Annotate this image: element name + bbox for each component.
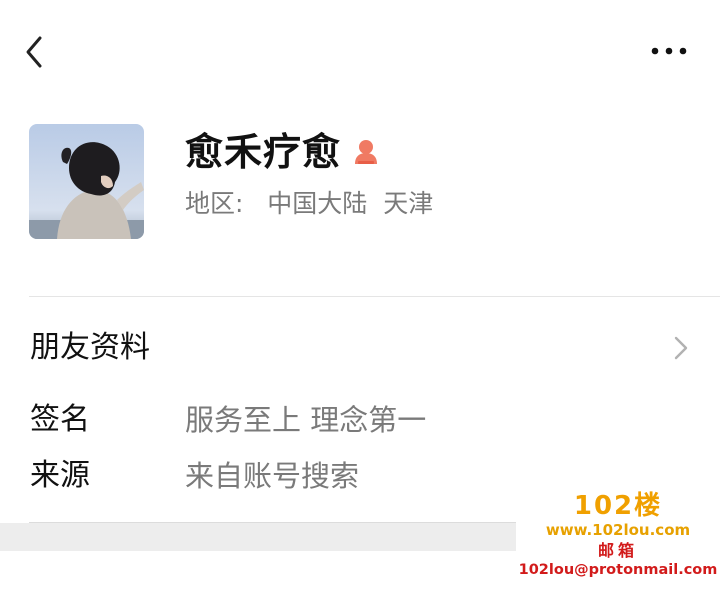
chevron-right-icon [674,336,688,360]
watermark-site: www.102lou.com [545,521,691,539]
more-options-button[interactable] [646,36,692,66]
signature-value: 服务至上 理念第一 [185,403,427,437]
watermark-logo: 102楼 [573,491,663,521]
chevron-left-icon [26,36,42,68]
friend-info-label: 朋友资料 [30,330,150,365]
avatar[interactable] [29,124,144,239]
source-value: 来自账号搜索 [185,459,360,493]
profile-name: 愈禾疗愈 [185,130,342,174]
watermark-mail-title: 邮箱 [597,541,638,560]
signature-row: 签名 服务至上 理念第一 [0,398,720,448]
more-horizontal-icon [651,47,687,55]
watermark: 102楼 www.102lou.com 邮箱 102lou@protonmail… [516,487,720,590]
signature-label: 签名 [30,402,90,437]
top-bar [0,0,720,100]
friend-info-row[interactable]: 朋友资料 [0,308,720,388]
female-icon [352,137,380,165]
region-row: 地区: 中国大陆 天津 [185,186,433,222]
watermark-email: 102lou@protonmail.com [518,562,718,578]
region-value: 中国大陆 天津 [267,189,434,218]
region-label: 地区: [185,189,244,218]
region-spacer [251,189,259,218]
avatar-photo [29,124,144,239]
divider [29,296,720,297]
back-button[interactable] [18,32,54,72]
source-label: 来源 [30,458,90,493]
